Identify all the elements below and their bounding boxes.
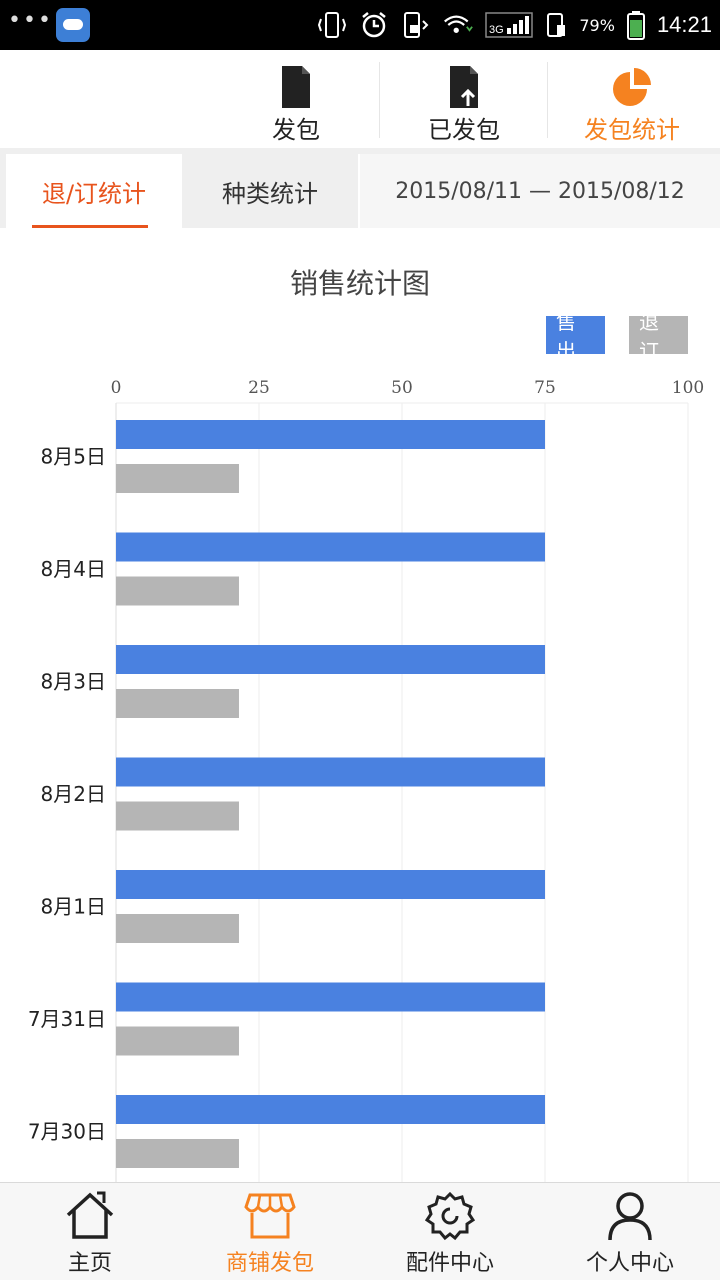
top-nav: 发包 已发包 发包统计 (0, 50, 720, 148)
x-tick-label: 75 (534, 378, 556, 398)
top-nav-label: 发包统计 (584, 116, 680, 144)
y-category-label: 8月5日 (41, 445, 106, 469)
vibrate-icon (317, 11, 347, 39)
phone-alert-icon (401, 11, 431, 39)
top-nav-label: 发包 (272, 116, 320, 144)
status-icons: 3G 79% 14:21 (317, 0, 712, 50)
tab-category-stats[interactable]: 种类统计 (182, 154, 358, 228)
overflow-dots: ••• (8, 8, 53, 33)
status-bar: ••• 3G 79% 14:21 (0, 0, 720, 50)
document-upload-icon (442, 64, 486, 110)
top-nav-sent-packages[interactable]: 已发包 (380, 50, 548, 148)
bottom-nav-shop[interactable]: 商铺发包 (180, 1183, 360, 1280)
x-tick-label: 100 (672, 378, 704, 398)
date-range-selector[interactable]: 2015/08/11 — 2015/08/12 (360, 154, 720, 228)
bottom-nav-parts[interactable]: 配件中心 (360, 1183, 540, 1280)
legend-sold[interactable]: 售出 (546, 310, 605, 363)
bottom-nav-profile[interactable]: 个人中心 (540, 1183, 720, 1280)
legend-label: 售出 (556, 310, 576, 363)
bar-sold (116, 982, 545, 1012)
sim-alert-icon (545, 11, 567, 39)
bar-sold (116, 645, 545, 674)
battery-icon (626, 11, 645, 40)
x-tick-label: 25 (248, 378, 270, 398)
bar-refunded (116, 576, 239, 606)
clock: 14:21 (656, 12, 712, 37)
pie-chart-icon (610, 64, 654, 110)
tab-label: 种类统计 (222, 179, 318, 208)
bar-sold (116, 532, 545, 562)
gear-icon (424, 1191, 476, 1241)
home-icon (64, 1191, 116, 1241)
stats-tab-bar: 退/订统计 种类统计 2015/08/11 — 2015/08/12 (0, 148, 720, 228)
bottom-nav-home[interactable]: 主页 (0, 1183, 180, 1280)
chart-title: 销售统计图 (289, 267, 430, 300)
tab-label: 退/订统计 (41, 179, 147, 208)
bar-sold (116, 420, 545, 449)
y-category-label: 8月4日 (41, 557, 106, 581)
y-category-label: 7月30日 (28, 1120, 106, 1144)
document-icon (274, 64, 318, 110)
tab-refund-stats[interactable]: 退/订统计 (6, 154, 182, 228)
legend-refunded[interactable]: 退订 (629, 310, 688, 363)
bottom-nav-label: 商铺发包 (225, 1251, 314, 1276)
bottom-nav-label: 主页 (67, 1251, 112, 1276)
battery-percent: 79% (579, 15, 615, 35)
bar-refunded (116, 1139, 239, 1168)
y-category-label: 8月1日 (41, 895, 106, 919)
bar-refunded (116, 689, 239, 718)
svg-text:3G: 3G (489, 24, 504, 36)
wifi-icon (443, 11, 474, 39)
bar-refunded (116, 914, 239, 943)
legend-label: 退订 (639, 310, 659, 363)
top-nav-label: 已发包 (428, 116, 500, 144)
bar-sold (116, 1095, 545, 1124)
bar-sold (116, 870, 545, 899)
weather-app-icon (56, 8, 90, 42)
date-range-text: 2015/08/11 — 2015/08/12 (395, 178, 685, 204)
bar-refunded (116, 801, 239, 831)
signal-3g-icon: 3G (485, 11, 534, 39)
bar-sold (116, 757, 545, 787)
bottom-nav-label: 配件中心 (405, 1251, 494, 1276)
active-tab-underline (32, 225, 148, 228)
person-icon (604, 1191, 656, 1241)
top-nav-send-package[interactable]: 发包 (212, 50, 380, 148)
y-category-label: 8月2日 (41, 782, 106, 806)
alarm-icon (359, 11, 389, 39)
bar-refunded (116, 1026, 239, 1056)
shop-icon (244, 1191, 296, 1241)
y-category-label: 8月3日 (41, 670, 106, 694)
sales-bar-chart: 0 25 50 75 100 8月5日 8月4日 8月3日 8月2日 8月1日 7月31日 7月30日 (28, 378, 704, 1182)
y-category-label: 7月31日 (28, 1007, 106, 1031)
bottom-nav-label: 个人中心 (585, 1251, 674, 1276)
top-nav-package-stats[interactable]: 发包统计 (548, 50, 716, 148)
bottom-nav: 主页 商铺发包 配件中心 个人中心 (0, 1182, 720, 1280)
bar-refunded (116, 464, 239, 493)
x-tick-label: 50 (391, 378, 413, 398)
x-tick-label: 0 (111, 378, 122, 398)
